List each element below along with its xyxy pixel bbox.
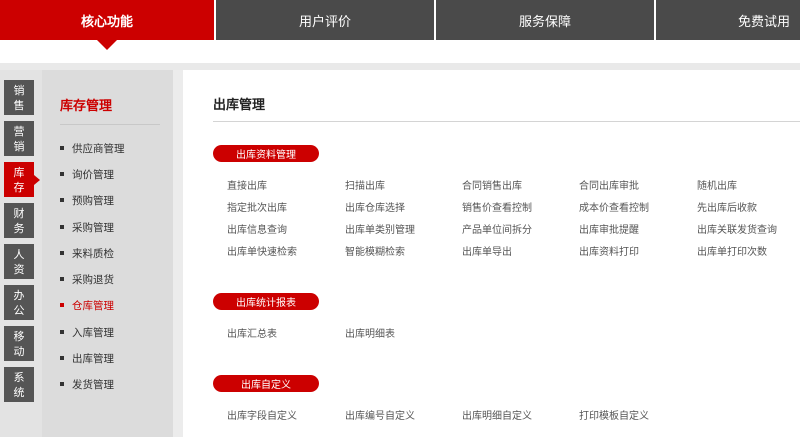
nav-label: 财务	[13, 206, 25, 235]
submenu-item-label: 询价管理	[72, 169, 114, 181]
feature-link[interactable]: 先出库后收款	[697, 202, 757, 215]
submenu-item-label: 采购管理	[72, 222, 114, 234]
left-module-nav: 销售 营销 库存 财务 人资 办公 移动 系统	[0, 70, 42, 437]
submenu-divider	[60, 124, 160, 125]
submenu-item[interactable]: 供应商管理	[60, 142, 125, 156]
nav-office[interactable]: 办公	[4, 285, 34, 320]
tab-label: 服务保障	[518, 14, 571, 30]
nav-hr[interactable]: 人资	[4, 244, 34, 279]
submenu-panel: 库存管理 供应商管理 询价管理 预购管理 采购管理 来料质检 采购退货 仓库管理…	[42, 70, 173, 437]
nav-label: 人资	[13, 247, 25, 276]
bullet-icon	[60, 251, 64, 255]
tab-user-reviews[interactable]: 用户评价	[216, 0, 434, 40]
feature-link[interactable]: 打印模板自定义	[579, 410, 649, 423]
bullet-icon	[60, 277, 64, 281]
title-divider	[213, 121, 800, 122]
feature-link[interactable]: 产品单位间拆分	[462, 224, 532, 237]
feature-link[interactable]: 出库明细表	[345, 328, 395, 341]
submenu-item[interactable]: 入库管理	[60, 326, 114, 340]
feature-link[interactable]: 随机出库	[697, 180, 737, 193]
feature-link[interactable]: 出库单打印次数	[697, 246, 767, 259]
bullet-icon	[60, 330, 64, 334]
feature-link[interactable]: 出库关联发货查询	[697, 224, 777, 237]
submenu-item-label: 供应商管理	[72, 143, 125, 155]
section-badge-outbound-reports: 出库统计报表	[213, 293, 319, 310]
nav-inventory[interactable]: 库存	[4, 162, 40, 197]
feature-link[interactable]: 合同出库审批	[579, 180, 639, 193]
nav-finance[interactable]: 财务	[4, 203, 34, 238]
feature-link[interactable]: 出库字段自定义	[227, 410, 297, 423]
feature-link[interactable]: 指定批次出库	[227, 202, 287, 215]
submenu-item[interactable]: 采购退货	[60, 273, 114, 287]
top-tab-bar: 核心功能 用户评价 服务保障 免费试用	[0, 0, 800, 50]
bullet-icon	[60, 198, 64, 202]
panel-gutter	[173, 70, 183, 437]
feature-link[interactable]: 出库资料打印	[579, 246, 639, 259]
active-tab-pointer	[97, 40, 117, 50]
nav-mobile[interactable]: 移动	[4, 326, 34, 361]
submenu-item[interactable]: 询价管理	[60, 168, 114, 182]
nav-label: 销售	[13, 83, 25, 112]
submenu-item[interactable]: 发货管理	[60, 378, 114, 392]
feature-link[interactable]: 扫描出库	[345, 180, 385, 193]
submenu-item[interactable]: 采购管理	[60, 221, 114, 235]
submenu-item-label: 出库管理	[72, 353, 114, 365]
feature-link[interactable]: 合同销售出库	[462, 180, 522, 193]
feature-link[interactable]: 出库编号自定义	[345, 410, 415, 423]
tab-free-trial[interactable]: 免费试用	[656, 0, 800, 40]
feature-link[interactable]: 销售价查看控制	[462, 202, 532, 215]
bullet-icon	[60, 356, 64, 360]
nav-sales[interactable]: 销售	[4, 80, 34, 115]
feature-link[interactable]: 出库明细自定义	[462, 410, 532, 423]
nav-label: 移动	[13, 329, 25, 358]
bullet-icon	[60, 172, 64, 176]
feature-link[interactable]: 出库单导出	[462, 246, 512, 259]
tab-label: 用户评价	[298, 14, 351, 30]
nav-system[interactable]: 系统	[4, 367, 34, 402]
submenu-item[interactable]: 出库管理	[60, 352, 114, 366]
submenu-item[interactable]: 预购管理	[60, 194, 114, 208]
bullet-icon	[60, 225, 64, 229]
nav-marketing[interactable]: 营销	[4, 121, 34, 156]
submenu-item-label: 入库管理	[72, 327, 114, 339]
header-divider	[0, 63, 800, 70]
tab-label: 免费试用	[737, 14, 790, 30]
submenu-item-warehouse[interactable]: 仓库管理	[60, 299, 114, 313]
bullet-icon	[60, 382, 64, 386]
nav-label: 系统	[13, 370, 25, 399]
feature-link[interactable]: 智能模糊检索	[345, 246, 405, 259]
feature-link[interactable]: 出库审批提醒	[579, 224, 639, 237]
submenu-item-label: 仓库管理	[72, 300, 114, 312]
submenu-item[interactable]: 来料质检	[60, 247, 114, 261]
nav-label: 营销	[13, 124, 25, 153]
feature-link[interactable]: 直接出库	[227, 180, 267, 193]
submenu-item-label: 发货管理	[72, 379, 114, 391]
section-badge-outbound-data: 出库资料管理	[213, 145, 319, 162]
submenu-item-label: 来料质检	[72, 248, 114, 260]
submenu-item-label: 采购退货	[72, 274, 114, 286]
feature-link[interactable]: 成本价查看控制	[579, 202, 649, 215]
feature-link[interactable]: 出库仓库选择	[345, 202, 405, 215]
bullet-icon	[60, 303, 64, 307]
submenu-title: 库存管理	[60, 99, 113, 114]
nav-label: 办公	[13, 288, 25, 317]
feature-link[interactable]: 出库单类别管理	[345, 224, 415, 237]
main-content: 出库管理 出库资料管理 直接出库 扫描出库 合同销售出库 合同出库审批 随机出库…	[183, 70, 800, 437]
tab-service-guarantee[interactable]: 服务保障	[436, 0, 654, 40]
bullet-icon	[60, 146, 64, 150]
nav-label: 库存	[13, 165, 25, 194]
tab-core-features[interactable]: 核心功能	[0, 0, 214, 50]
page-title: 出库管理	[213, 98, 266, 113]
feature-link[interactable]: 出库单快速检索	[227, 246, 297, 259]
feature-link[interactable]: 出库汇总表	[227, 328, 277, 341]
section-badge-outbound-custom: 出库自定义	[213, 375, 319, 392]
tab-label: 核心功能	[80, 14, 133, 30]
submenu-item-label: 预购管理	[72, 195, 114, 207]
active-nav-pointer	[34, 174, 40, 185]
feature-link[interactable]: 出库信息查询	[227, 224, 287, 237]
